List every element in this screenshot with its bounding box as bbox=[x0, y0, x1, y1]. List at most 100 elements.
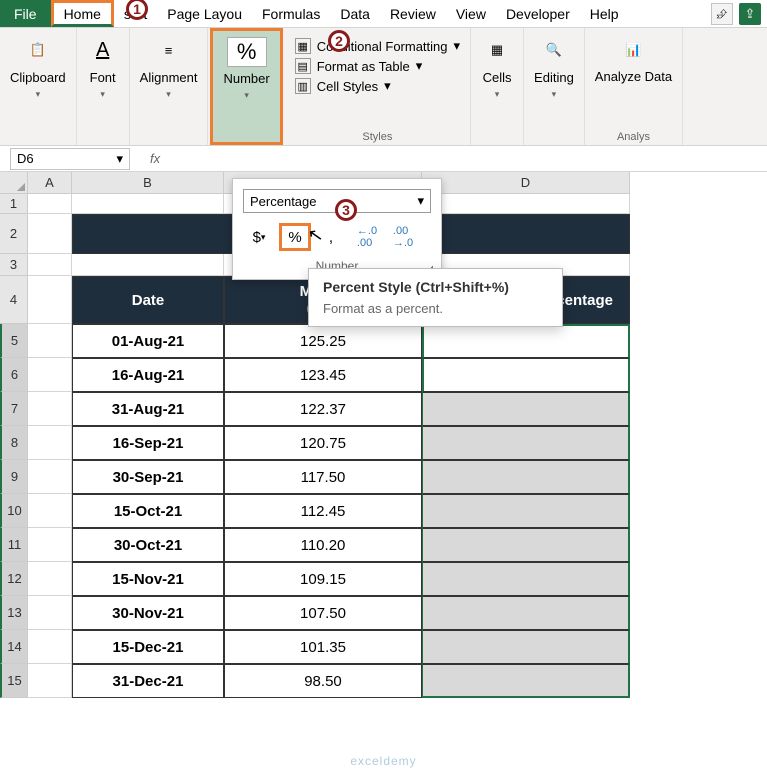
cell-value[interactable]: 98.50 bbox=[224, 664, 422, 698]
cell-date[interactable]: 31-Aug-21 bbox=[72, 392, 224, 426]
row-header[interactable]: 5 bbox=[0, 324, 28, 358]
cell-value[interactable]: 101.35 bbox=[224, 630, 422, 664]
cells-icon: ▦ bbox=[481, 34, 513, 66]
chevron-down-icon: ▾ bbox=[552, 89, 557, 100]
combo-value: Percentage bbox=[250, 194, 317, 209]
cell-selected[interactable] bbox=[422, 392, 630, 426]
comma-icon: , bbox=[329, 229, 333, 246]
cell-value[interactable]: 112.45 bbox=[224, 494, 422, 528]
cell-selected[interactable] bbox=[422, 426, 630, 460]
cell-selected[interactable] bbox=[422, 460, 630, 494]
col-header-A[interactable]: A bbox=[28, 172, 72, 194]
select-all-corner[interactable] bbox=[0, 172, 28, 194]
tab-review[interactable]: Review bbox=[380, 0, 446, 27]
cell-selected[interactable] bbox=[422, 664, 630, 698]
cell-date[interactable]: 15-Nov-21 bbox=[72, 562, 224, 596]
watermark: exceldemy bbox=[350, 754, 416, 768]
chevron-down-icon: ▾ bbox=[36, 89, 41, 100]
row-header[interactable]: 2 bbox=[0, 214, 28, 254]
number-dropdown-panel: Percentage ▾ $ ▾ % , ←.0.00 .00→.0 Numbe… bbox=[232, 178, 442, 280]
number-button[interactable]: % Number ▾ bbox=[223, 37, 269, 101]
font-button[interactable]: A Font ▾ bbox=[87, 34, 119, 100]
group-styles: ▦Conditional Formatting ▾ ▤Format as Tab… bbox=[285, 28, 471, 145]
alignment-button[interactable]: ≡ Alignment ▾ bbox=[140, 34, 198, 100]
cond-fmt-icon: ▦ bbox=[295, 38, 311, 54]
row-header[interactable]: 8 bbox=[0, 426, 28, 460]
cell-date[interactable]: 15-Dec-21 bbox=[72, 630, 224, 664]
tab-page-layout[interactable]: Page Layou bbox=[157, 0, 252, 27]
row-header[interactable]: 13 bbox=[0, 596, 28, 630]
cell-date[interactable]: 16-Sep-21 bbox=[72, 426, 224, 460]
collapse-ribbon-button[interactable]: ⮵ bbox=[711, 3, 733, 25]
tab-developer[interactable]: Developer bbox=[496, 0, 580, 27]
row-header[interactable]: 12 bbox=[0, 562, 28, 596]
chevron-down-icon: ▾ bbox=[417, 193, 424, 209]
cell-date[interactable]: 15-Oct-21 bbox=[72, 494, 224, 528]
tab-formulas[interactable]: Formulas bbox=[252, 0, 330, 27]
group-analysis: 📊 Analyze Data Analys bbox=[585, 28, 683, 145]
fx-icon[interactable]: fx bbox=[150, 151, 160, 166]
cell-selected[interactable] bbox=[422, 562, 630, 596]
cell-null[interactable]: Null bbox=[422, 324, 630, 358]
tab-home[interactable]: Home bbox=[51, 0, 114, 27]
cell-value[interactable]: 110.20 bbox=[224, 528, 422, 562]
cell-date[interactable]: 30-Sep-21 bbox=[72, 460, 224, 494]
cell-date[interactable]: 30-Oct-21 bbox=[72, 528, 224, 562]
cell-date[interactable]: 16-Aug-21 bbox=[72, 358, 224, 392]
conditional-formatting-button[interactable]: ▦Conditional Formatting ▾ bbox=[295, 38, 460, 54]
tab-view[interactable]: View bbox=[446, 0, 496, 27]
increase-decimal-button[interactable]: ←.0.00 bbox=[351, 223, 383, 251]
tab-file[interactable]: File bbox=[0, 0, 51, 27]
row-header[interactable]: 9 bbox=[0, 460, 28, 494]
name-box-value: D6 bbox=[17, 151, 34, 166]
cell-date[interactable]: 31-Dec-21 bbox=[72, 664, 224, 698]
cell-value[interactable]: 122.37 bbox=[224, 392, 422, 426]
callout-3: 3 bbox=[335, 199, 357, 221]
cell-value[interactable]: 123.45 bbox=[224, 358, 422, 392]
cell-date[interactable]: 01-Aug-21 bbox=[72, 324, 224, 358]
cells-button[interactable]: ▦ Cells ▾ bbox=[481, 34, 513, 100]
chevron-down-icon: ▾ bbox=[166, 89, 171, 100]
cell-date[interactable]: 30-Nov-21 bbox=[72, 596, 224, 630]
font-icon: A bbox=[87, 34, 119, 66]
cell-selected[interactable] bbox=[422, 358, 630, 392]
fmt-table-label: Format as Table bbox=[317, 59, 410, 74]
row-header[interactable]: 11 bbox=[0, 528, 28, 562]
row-header[interactable]: 15 bbox=[0, 664, 28, 698]
alignment-label: Alignment bbox=[140, 70, 198, 85]
header-date[interactable]: Date bbox=[72, 276, 224, 324]
cell-selected[interactable] bbox=[422, 528, 630, 562]
row-header[interactable]: 1 bbox=[0, 194, 28, 214]
clipboard-button[interactable]: 📋 Clipboard ▾ bbox=[10, 34, 66, 100]
cell-selected[interactable] bbox=[422, 596, 630, 630]
format-as-table-button[interactable]: ▤Format as Table ▾ bbox=[295, 58, 460, 74]
analyze-data-button[interactable]: 📊 Analyze Data bbox=[595, 34, 672, 84]
tab-help[interactable]: Help bbox=[580, 0, 629, 27]
row-header[interactable]: 3 bbox=[0, 254, 28, 276]
name-box[interactable]: D6 ▾ bbox=[10, 148, 130, 170]
ribbon: 📋 Clipboard ▾ A Font ▾ ≡ Alignment ▾ % N… bbox=[0, 28, 767, 146]
cell-selected[interactable] bbox=[422, 630, 630, 664]
cell-value[interactable]: 120.75 bbox=[224, 426, 422, 460]
col-header-D[interactable]: D bbox=[422, 172, 630, 194]
row-header[interactable]: 6 bbox=[0, 358, 28, 392]
decrease-decimal-button[interactable]: .00→.0 bbox=[387, 223, 419, 251]
row-header[interactable]: 4 bbox=[0, 276, 28, 324]
currency-button[interactable]: $ ▾ bbox=[243, 223, 275, 251]
share-button[interactable]: ⇪ bbox=[739, 3, 761, 25]
cell-selected[interactable] bbox=[422, 494, 630, 528]
row-header[interactable]: 7 bbox=[0, 392, 28, 426]
cell-styles-button[interactable]: ▥Cell Styles ▾ bbox=[295, 78, 460, 94]
cell-value[interactable]: 109.15 bbox=[224, 562, 422, 596]
cell-value[interactable]: 117.50 bbox=[224, 460, 422, 494]
row-header[interactable]: 10 bbox=[0, 494, 28, 528]
col-header-B[interactable]: B bbox=[72, 172, 224, 194]
group-alignment: ≡ Alignment ▾ bbox=[130, 28, 209, 145]
tab-data[interactable]: Data bbox=[330, 0, 380, 27]
editing-button[interactable]: 🔍 Editing ▾ bbox=[534, 34, 574, 100]
cell-value[interactable]: 125.25 bbox=[224, 324, 422, 358]
row-header[interactable]: 14 bbox=[0, 630, 28, 664]
cell-value[interactable]: 107.50 bbox=[224, 596, 422, 630]
callout-2: 2 bbox=[328, 30, 350, 52]
tooltip-title: Percent Style (Ctrl+Shift+%) bbox=[323, 279, 548, 295]
